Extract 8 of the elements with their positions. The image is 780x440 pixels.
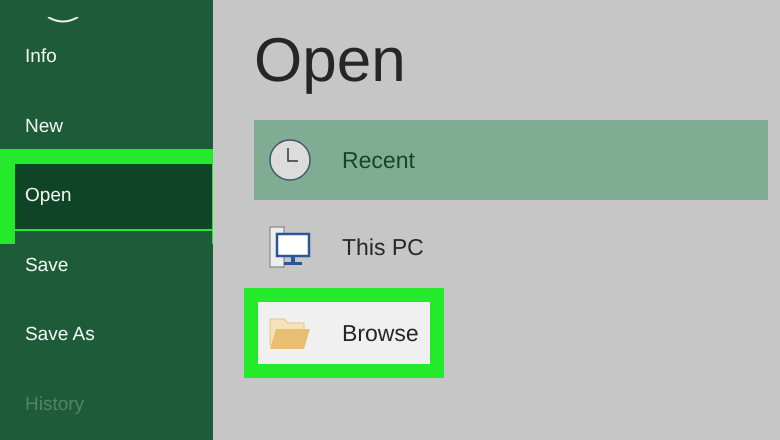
location-item[interactable]: Recent [254, 120, 768, 200]
back-icon[interactable] [45, 16, 81, 23]
clock-icon [268, 138, 312, 182]
sidebar-item[interactable]: Open [15, 164, 212, 230]
page-title: Open [254, 30, 407, 92]
computer-icon [268, 225, 312, 269]
location-item[interactable]: Browse [258, 302, 430, 364]
location-item[interactable]: This PC [254, 207, 768, 287]
